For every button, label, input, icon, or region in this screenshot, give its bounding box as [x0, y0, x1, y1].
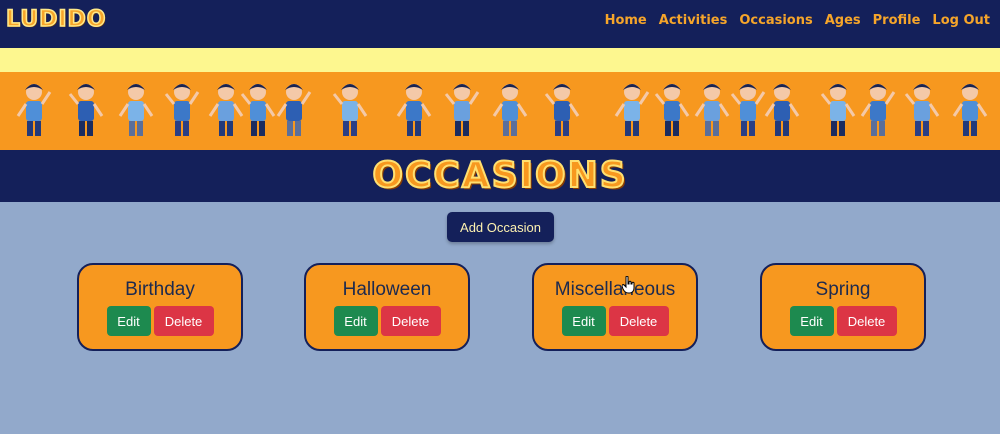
kid-figure — [614, 84, 650, 136]
kid-figure — [654, 84, 690, 136]
occasion-name: Halloween — [342, 279, 432, 300]
nav-link-home[interactable]: Home — [605, 13, 647, 28]
nav-link-occasions[interactable]: Occasions — [739, 13, 812, 28]
nav-link-activities[interactable]: Activities — [659, 13, 728, 28]
occasion-name: Miscellaneous — [554, 279, 676, 300]
occasion-card: Spring Edit Delete — [760, 263, 926, 351]
nav-link-profile[interactable]: Profile — [873, 13, 921, 28]
edit-button[interactable]: Edit — [333, 306, 378, 336]
kid-figure — [164, 84, 200, 136]
kid-figure — [904, 84, 940, 136]
occasion-name: Spring — [815, 279, 871, 300]
kid-figure — [730, 84, 766, 136]
kid-figure — [860, 84, 896, 136]
kid-figure — [952, 84, 988, 136]
title-band: OCCASIONS — [0, 150, 1000, 202]
navbar: LUDIDO Home Activities Occasions Ages Pr… — [0, 0, 1000, 48]
nav-links: Home Activities Occasions Ages Profile L… — [605, 13, 990, 28]
kid-figure — [240, 84, 276, 136]
kid-figure — [68, 84, 104, 136]
kid-figure — [764, 84, 800, 136]
kid-figure — [694, 84, 730, 136]
kids-illustration — [16, 84, 988, 136]
kid-figure — [396, 84, 432, 136]
delete-button[interactable]: Delete — [836, 306, 897, 336]
brand-logo[interactable]: LUDIDO — [5, 6, 107, 33]
yellow-banner-strip — [0, 48, 1000, 72]
kid-figure — [332, 84, 368, 136]
edit-button[interactable]: Edit — [106, 306, 151, 336]
nav-link-ages[interactable]: Ages — [825, 13, 861, 28]
add-occasion-button[interactable]: Add Occasion — [447, 212, 554, 242]
kid-figure — [444, 84, 480, 136]
kids-illustration-banner — [0, 72, 1000, 150]
kid-figure — [820, 84, 856, 136]
occasion-card: Miscellaneous Edit Delete — [532, 263, 698, 351]
occasion-name: Birthday — [125, 279, 195, 300]
nav-link-logout[interactable]: Log Out — [932, 13, 990, 28]
delete-button[interactable]: Delete — [608, 306, 669, 336]
hand-cursor-icon — [622, 276, 635, 294]
kid-figure — [208, 84, 244, 136]
kid-figure — [276, 84, 312, 136]
delete-button[interactable]: Delete — [380, 306, 441, 336]
kid-figure — [544, 84, 580, 136]
edit-button[interactable]: Edit — [789, 306, 834, 336]
delete-button[interactable]: Delete — [153, 306, 214, 336]
occasion-card: Birthday Edit Delete — [77, 263, 243, 351]
edit-button[interactable]: Edit — [561, 306, 606, 336]
kid-figure — [492, 84, 528, 136]
kid-figure — [118, 84, 154, 136]
occasion-card: Halloween Edit Delete — [304, 263, 470, 351]
page-title: OCCASIONS — [371, 154, 628, 197]
kid-figure — [16, 84, 52, 136]
